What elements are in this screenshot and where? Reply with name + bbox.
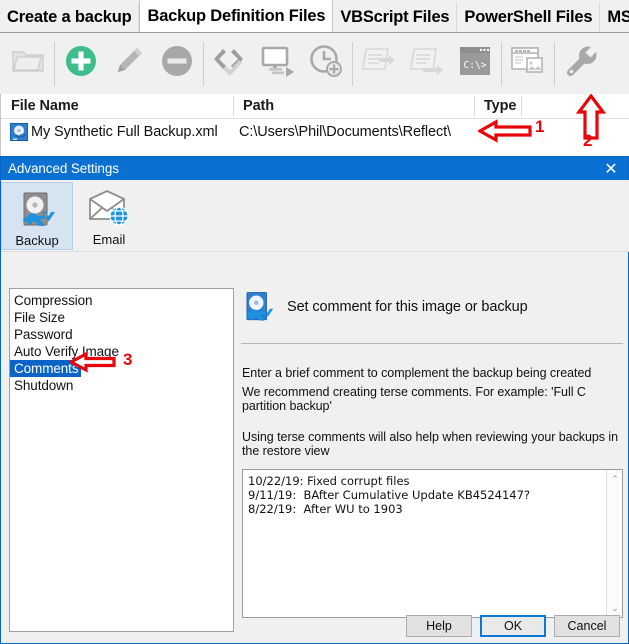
column-separator[interactable] xyxy=(474,96,475,117)
ribbon-label-backup: Backup xyxy=(15,233,59,248)
ok-button[interactable]: OK xyxy=(480,615,546,637)
advanced-settings-dialog: Advanced Settings ✕ Backup Email Compres… xyxy=(0,156,629,644)
column-header-type[interactable]: Type xyxy=(478,94,516,119)
annotation-arrow-1 xyxy=(476,118,533,149)
category-shutdown[interactable]: Shutdown xyxy=(10,377,233,394)
scroll-up-icon[interactable]: ⌃ xyxy=(607,471,622,487)
delete-button[interactable] xyxy=(153,35,201,93)
main-tabstrip: Create a backup Backup Definition Files … xyxy=(0,0,629,32)
file-list-header: File Name Path Type xyxy=(1,94,629,119)
email-globe-icon xyxy=(87,188,131,230)
toolbar-separator xyxy=(54,41,55,86)
monitor-run-icon xyxy=(260,45,296,82)
dialog-body: Backup Email Compression File Size Passw… xyxy=(1,180,629,643)
instruction-line-2: We recommend creating terse comments. Fo… xyxy=(242,385,586,413)
script-ps-button[interactable] xyxy=(403,35,451,93)
column-header-path[interactable]: Path xyxy=(237,94,274,119)
validate-button[interactable] xyxy=(206,35,254,93)
ribbon-label-email: Email xyxy=(92,232,126,247)
settings-category-list[interactable]: Compression File Size Password Auto Veri… xyxy=(9,288,234,632)
pencil-icon xyxy=(112,44,146,83)
schedule-button[interactable] xyxy=(302,35,350,93)
window-layout-button[interactable] xyxy=(504,35,552,93)
svg-text:C:\>: C:\> xyxy=(464,60,487,71)
comment-scrollbar[interactable]: ⌃ ⌄ xyxy=(606,470,622,617)
category-file-size[interactable]: File Size xyxy=(10,309,233,326)
dialog-footer-buttons: Help OK Cancel xyxy=(406,615,620,637)
category-compression[interactable]: Compression xyxy=(10,292,233,309)
category-password[interactable]: Password xyxy=(10,326,233,343)
pane-divider xyxy=(241,343,623,344)
category-comments-row: Comments xyxy=(10,360,233,377)
dialog-title: Advanced Settings xyxy=(8,161,119,176)
dialog-ribbon: Backup Email xyxy=(1,180,629,252)
annotation-number-1: 1 xyxy=(535,117,545,136)
help-button[interactable]: Help xyxy=(406,615,472,637)
toolbar-separator xyxy=(554,41,555,86)
advanced-settings-button[interactable] xyxy=(557,35,605,93)
script-arrow-icon xyxy=(361,45,397,82)
folder-icon xyxy=(12,48,44,79)
clock-add-icon xyxy=(309,44,343,83)
pane-instructions: Enter a brief comment to complement the … xyxy=(239,366,623,458)
annotation-arrow-3 xyxy=(67,350,117,379)
cell-path: C:\Users\Phil\Documents\Reflect\ xyxy=(239,124,451,140)
scroll-down-icon[interactable]: ⌄ xyxy=(607,600,622,616)
ribbon-button-backup[interactable]: Backup xyxy=(1,182,73,250)
column-separator[interactable] xyxy=(233,96,234,117)
close-icon[interactable]: ✕ xyxy=(594,157,628,180)
cancel-button[interactable]: Cancel xyxy=(554,615,620,637)
window-image-icon xyxy=(511,46,545,81)
settings-detail-pane: Set comment for this image or backup Ent… xyxy=(239,284,623,636)
script-arrow2-icon xyxy=(409,45,445,82)
tab-powershell-files[interactable]: PowerShell Files xyxy=(457,3,601,32)
code-check-icon xyxy=(212,45,248,82)
add-button[interactable] xyxy=(57,35,105,93)
console-icon: C:\> xyxy=(459,46,491,81)
cell-file-name: My Synthetic Full Backup.xml xyxy=(31,124,218,140)
toolbar-separator xyxy=(501,41,502,86)
ribbon-button-email[interactable]: Email xyxy=(73,182,145,250)
command-prompt-button[interactable]: C:\> xyxy=(451,35,499,93)
edit-button[interactable] xyxy=(105,35,153,93)
pane-heading: Set comment for this image or backup xyxy=(287,299,528,315)
minus-circle-icon xyxy=(160,44,194,83)
plus-circle-icon xyxy=(64,44,98,83)
tab-backup-definition-files[interactable]: Backup Definition Files xyxy=(139,0,334,32)
instruction-line-1: Enter a brief comment to complement the … xyxy=(242,366,592,380)
open-folder-button[interactable] xyxy=(4,35,52,93)
comment-textarea[interactable]: 10/22/19: Fixed corrupt files 9/11/19: B… xyxy=(242,469,623,618)
disk-sync-icon xyxy=(241,290,275,324)
app-window: Create a backup Backup Definition Files … xyxy=(0,0,629,644)
toolbar-separator xyxy=(203,41,204,86)
column-header-file-name[interactable]: File Name xyxy=(5,94,79,119)
annotation-number-2: 2 xyxy=(583,131,593,150)
main-toolbar: C:\> xyxy=(0,32,629,94)
category-auto-verify-image[interactable]: Auto Verify Image xyxy=(10,343,233,360)
tab-create-a-backup[interactable]: Create a backup xyxy=(0,3,140,32)
instruction-line-3: Using terse comments will also help when… xyxy=(242,430,619,458)
tab-ms-sql-files[interactable]: MS xyxy=(600,3,629,32)
backup-definition-file-icon xyxy=(10,123,28,141)
annotation-number-3: 3 xyxy=(123,350,133,369)
dialog-title-bar[interactable]: Advanced Settings ✕ xyxy=(1,157,628,180)
disk-sync-icon xyxy=(17,189,57,231)
run-button[interactable] xyxy=(254,35,302,93)
column-separator[interactable] xyxy=(521,96,522,117)
script-vb-button[interactable] xyxy=(355,35,403,93)
toolbar-separator xyxy=(352,41,353,86)
pane-header: Set comment for this image or backup xyxy=(239,284,623,330)
wrench-icon xyxy=(564,45,598,82)
comment-text: 10/22/19: Fixed corrupt files 9/11/19: B… xyxy=(248,474,531,516)
tab-vbscript-files[interactable]: VBScript Files xyxy=(333,3,458,32)
